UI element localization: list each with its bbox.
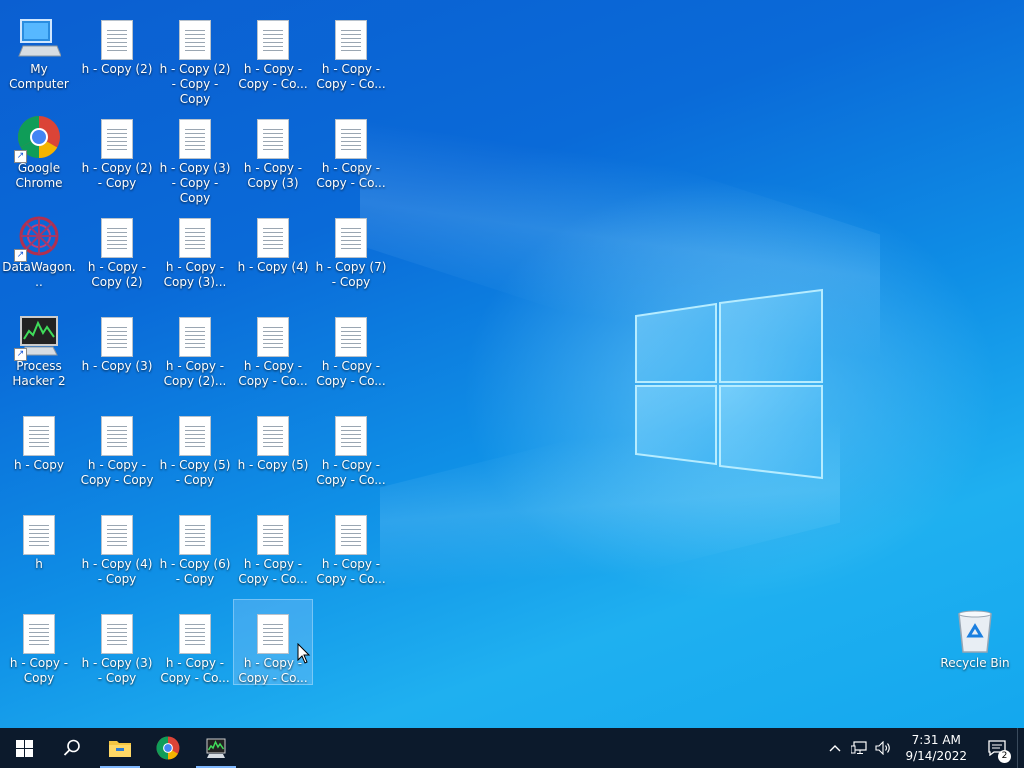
taskbar-file-explorer[interactable] [96,728,144,768]
text-file-icon [335,218,367,258]
text-file-icon [101,218,133,258]
system-tray: 7:31 AM 9/14/2022 2 [823,728,1024,768]
text-file-icon [257,20,289,60]
desktop-icon-file[interactable]: h - Copy (4) [234,202,312,298]
text-file-icon [179,20,211,60]
desktop-icon-file[interactable]: h - Copy (6) - Copy [156,499,234,595]
text-file-icon [101,515,133,555]
desktop-icon-file[interactable]: h - Copy - Copy [0,598,78,694]
taskbar-chrome[interactable] [144,728,192,768]
desktop-icon-file[interactable]: h - Copy - Copy - Copy [78,400,156,496]
show-hidden-icons-button[interactable] [823,744,847,752]
chrome-icon [156,736,180,760]
text-file-icon [335,416,367,456]
chevron-up-icon [829,745,841,752]
text-file-icon [257,416,289,456]
desktop-icon-google-chrome[interactable]: ↗ Google Chrome [0,103,78,199]
clock[interactable]: 7:31 AM 9/14/2022 [895,732,977,764]
text-file-icon [23,416,55,456]
text-file-icon [101,119,133,159]
computer-icon [18,19,61,57]
desktop-icon-file[interactable]: h - Copy - Copy - Co... [234,499,312,595]
text-file-icon [257,515,289,555]
desktop-icon-file[interactable]: h - Copy - Copy - Co... [234,301,312,397]
folder-icon [109,741,131,757]
text-file-icon [179,515,211,555]
start-button[interactable] [0,728,48,768]
text-file-icon [179,119,211,159]
desktop-icon-file[interactable]: h - Copy - Copy - Co... [156,598,234,694]
desktop-icon-file[interactable]: h - Copy (2) [78,4,156,100]
network-button[interactable] [847,741,871,755]
desktop-icon-file[interactable]: h - Copy - Copy - Co... [312,301,390,397]
text-file-icon [257,614,289,654]
search-icon [63,739,80,756]
desktop-icon-file[interactable]: h - Copy - Copy - Co... [312,103,390,199]
desktop-icon-my-computer[interactable]: My Computer [0,4,78,100]
text-file-icon [23,614,55,654]
show-desktop-button[interactable] [1017,728,1024,768]
text-file-icon [335,317,367,357]
search-button[interactable] [48,728,96,768]
mouse-cursor-icon [297,643,311,664]
text-file-icon [101,416,133,456]
desktop-icon-file[interactable]: h - Copy (2) - Copy [78,103,156,199]
windows-start-icon [15,739,33,757]
desktop-icon-file-selected[interactable]: h - Copy - Copy - Co... [233,599,313,685]
desktop-icon-file[interactable]: h - Copy (7) - Copy [312,202,390,298]
taskbar: 7:31 AM 9/14/2022 2 [0,728,1024,768]
text-file-icon [101,317,133,357]
windows-wallpaper-logo [635,288,823,480]
desktop-icon-file[interactable]: h [0,499,78,595]
text-file-icon [335,20,367,60]
speaker-icon [875,741,891,755]
shortcut-arrow-icon: ↗ [14,348,27,361]
text-file-icon [179,416,211,456]
desktop-icon-file[interactable]: h - Copy - Copy - Co... [312,400,390,496]
desktop-icon-file[interactable]: h - Copy - Copy (2) [78,202,156,298]
desktop-icon-recycle-bin[interactable]: Recycle Bin [936,598,1014,694]
desktop-icon-file[interactable]: h - Copy (3) - Copy [78,598,156,694]
taskbar-process-hacker[interactable] [192,728,240,768]
process-hacker-icon [206,738,226,758]
desktop-icon-datawagon[interactable]: ↗ DataWagon... [0,202,78,298]
desktop-icon-file[interactable]: h - Copy - Copy (3)... [156,202,234,298]
desktop-icon-process-hacker[interactable]: ↗ Process Hacker 2 [0,301,78,397]
text-file-icon [257,317,289,357]
desktop-icon-file[interactable]: h - Copy (5) - Copy [156,400,234,496]
desktop-icon-file[interactable]: h - Copy (3) [78,301,156,397]
text-file-icon [179,218,211,258]
volume-button[interactable] [871,741,895,755]
desktop-icon-file[interactable]: h - Copy - Copy (2)... [156,301,234,397]
text-file-icon [101,614,133,654]
desktop-icon-file[interactable]: h - Copy (2) - Copy - Copy [156,4,234,106]
desktop-icon-file[interactable]: h - Copy (4) - Copy [78,499,156,595]
text-file-icon [101,20,133,60]
network-icon [851,741,868,754]
action-center-button[interactable]: 2 [977,740,1017,763]
desktop-icon-file[interactable]: h - Copy (5) [234,400,312,496]
text-file-icon [23,515,55,555]
text-file-icon [257,119,289,159]
text-file-icon [257,218,289,258]
text-file-icon [179,614,211,654]
desktop-icon-file[interactable]: h - Copy - Copy - Co... [312,499,390,595]
notification-count-badge: 2 [998,750,1011,763]
desktop-icon-file[interactable]: h - Copy - Copy (3) [234,103,312,199]
shortcut-arrow-icon: ↗ [14,150,27,163]
desktop-icon-file[interactable]: h - Copy - Copy - Co... [312,4,390,100]
desktop-icon-file[interactable]: h - Copy [0,400,78,496]
clock-date: 9/14/2022 [905,749,967,763]
desktop-icon-file[interactable]: h - Copy - Copy - Co... [234,4,312,100]
recycle-bin-icon [958,610,992,653]
shortcut-arrow-icon: ↗ [14,249,27,262]
text-file-icon [335,119,367,159]
text-file-icon [335,515,367,555]
clock-time: 7:31 AM [911,733,961,747]
text-file-icon [179,317,211,357]
desktop-icon-file[interactable]: h - Copy (3) - Copy - Copy [156,103,234,205]
